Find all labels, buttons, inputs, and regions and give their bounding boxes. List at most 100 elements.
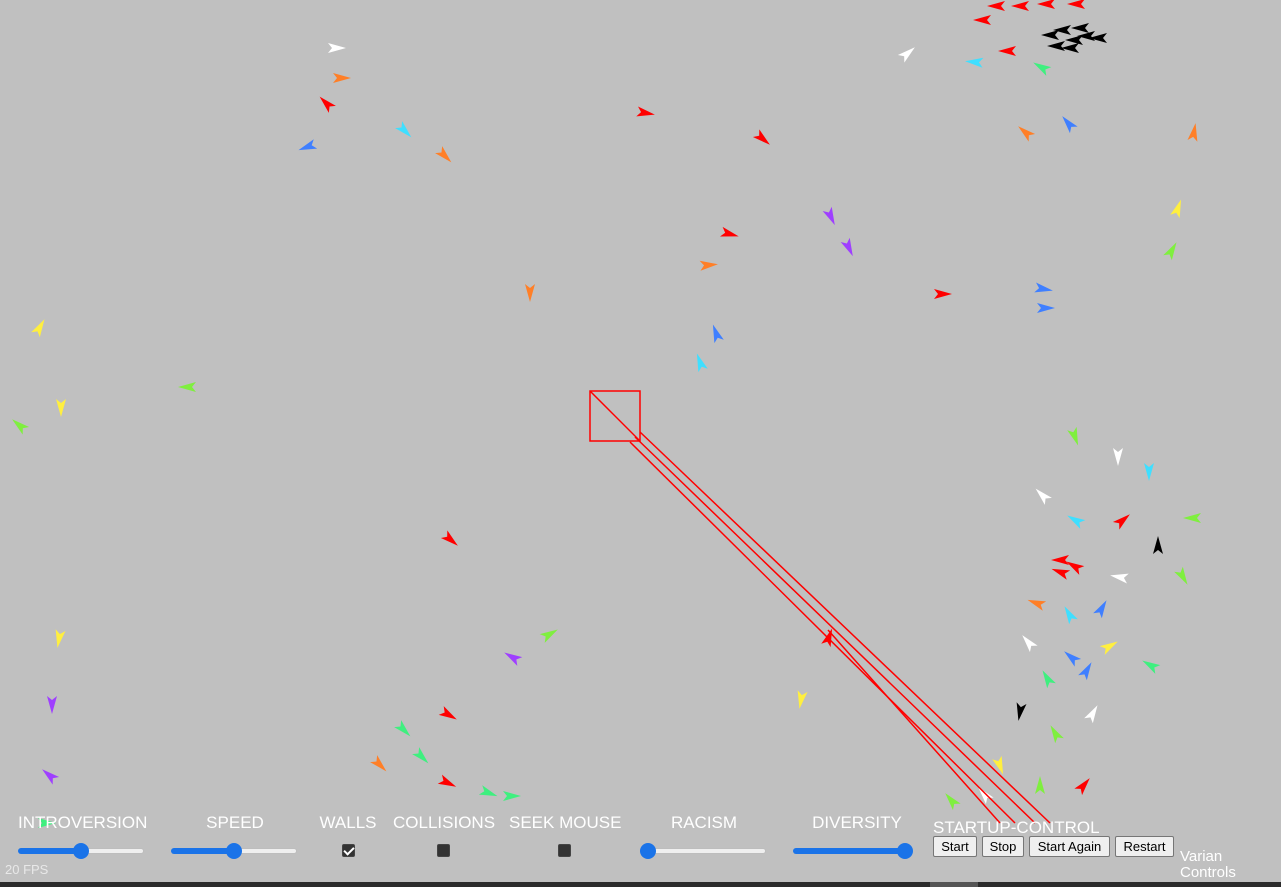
agent-red <box>1011 1 1029 11</box>
agent-blue <box>1062 116 1078 134</box>
agent-white <box>1035 488 1052 505</box>
startup-control-label: STARTUP-CONTROL <box>933 818 1100 837</box>
slider-fill <box>18 848 81 854</box>
restart-button[interactable]: Restart <box>1115 836 1174 857</box>
fps-counter: 20 FPS <box>5 862 49 877</box>
agent-green <box>412 747 429 764</box>
agent-blue <box>1034 282 1053 293</box>
bottom-scrollbar[interactable] <box>0 882 1281 887</box>
stop-button[interactable]: Stop <box>982 836 1024 857</box>
collisions-checkbox[interactable] <box>437 844 450 857</box>
agent-white <box>1022 635 1038 653</box>
agent-lime <box>1050 725 1064 744</box>
agent-cyan <box>1064 606 1078 625</box>
agent-white <box>328 43 346 53</box>
agent-red <box>437 774 457 787</box>
start-again-button[interactable]: Start Again <box>1029 836 1110 857</box>
agent-cyan <box>1144 463 1154 481</box>
agent-orange <box>435 146 452 163</box>
agent-lime <box>945 793 961 811</box>
agent-red <box>1074 778 1090 796</box>
agent-black <box>1016 702 1027 721</box>
scrollbar-thumb[interactable] <box>930 882 978 887</box>
agent-orange <box>1027 599 1047 611</box>
agent-lime <box>1183 513 1201 523</box>
agent-black <box>1047 41 1065 51</box>
agent-red <box>636 106 655 117</box>
agent-black <box>1071 23 1089 33</box>
agent-blue <box>1037 303 1055 313</box>
diversity-slider[interactable] <box>793 843 913 859</box>
trail-line <box>629 441 1016 824</box>
agent-purple <box>840 237 853 257</box>
racism-slider[interactable] <box>640 843 766 859</box>
slider-fill <box>171 848 234 854</box>
agent-blue <box>298 139 318 151</box>
agent-red <box>973 15 991 25</box>
agent-red <box>1051 555 1069 565</box>
racism-label: RACISM <box>670 813 738 832</box>
agent-yellow <box>31 319 45 338</box>
agent-red <box>998 46 1016 56</box>
simulation-canvas[interactable] <box>0 0 1281 887</box>
agent-white <box>897 47 915 63</box>
slider-thumb[interactable] <box>640 843 656 859</box>
slider-thumb[interactable] <box>226 843 242 859</box>
agent-black <box>1061 43 1079 53</box>
agent-red <box>1112 514 1130 530</box>
agent-green <box>478 785 498 797</box>
selection-diagonal <box>589 390 641 442</box>
agent-blue <box>1064 651 1082 667</box>
agent-green <box>1142 660 1161 674</box>
agent-cyan <box>965 57 984 68</box>
slider-track <box>640 848 766 854</box>
agent-cyan <box>696 353 708 373</box>
start-button[interactable]: Start <box>933 836 977 857</box>
agent-green <box>503 791 521 801</box>
agent-lime <box>1163 242 1177 261</box>
trail-line <box>634 436 1036 824</box>
seek-mouse-checkbox[interactable] <box>558 844 571 857</box>
agent-white <box>978 787 994 805</box>
agents-layer <box>12 0 1201 828</box>
agent-black <box>1041 30 1059 40</box>
slider-thumb[interactable] <box>73 843 89 859</box>
walls-checkbox[interactable] <box>342 844 355 857</box>
agent-red <box>1067 0 1085 9</box>
agent-purple <box>42 769 60 785</box>
agent-lime <box>539 629 558 643</box>
diversity-label: DIVERSITY <box>812 813 902 832</box>
agent-red <box>438 706 457 720</box>
agent-purple <box>504 652 523 666</box>
agent-orange <box>525 284 535 302</box>
varian-controls-label: Varian Controls <box>1180 848 1236 881</box>
agent-red <box>1051 568 1071 580</box>
agent-orange <box>333 73 351 83</box>
agent-yellow <box>56 399 66 417</box>
agent-cyan <box>395 121 412 138</box>
slider-thumb[interactable] <box>897 843 913 859</box>
introversion-slider[interactable] <box>18 843 144 859</box>
speed-label: SPEED <box>206 813 264 832</box>
trail-line <box>639 431 1051 824</box>
agent-white <box>1084 705 1098 724</box>
agent-red <box>987 1 1005 11</box>
agent-red <box>752 129 770 145</box>
agent-orange <box>1187 123 1198 142</box>
agent-cyan <box>1067 515 1086 529</box>
agent-yellow <box>1170 199 1182 219</box>
agent-orange <box>1018 126 1036 142</box>
agent-yellow <box>992 755 1004 775</box>
agent-white <box>1113 448 1123 466</box>
agent-lime <box>1174 566 1188 585</box>
agent-green <box>1042 670 1056 689</box>
agent-lime <box>1035 776 1045 794</box>
agent-red <box>440 530 458 546</box>
agent-blue <box>1093 600 1107 619</box>
agent-blue <box>1078 662 1092 681</box>
agent-red <box>720 226 739 237</box>
agent-red <box>319 96 336 113</box>
speed-slider[interactable] <box>171 843 297 859</box>
agent-purple <box>822 206 835 226</box>
agent-lime <box>178 382 196 392</box>
